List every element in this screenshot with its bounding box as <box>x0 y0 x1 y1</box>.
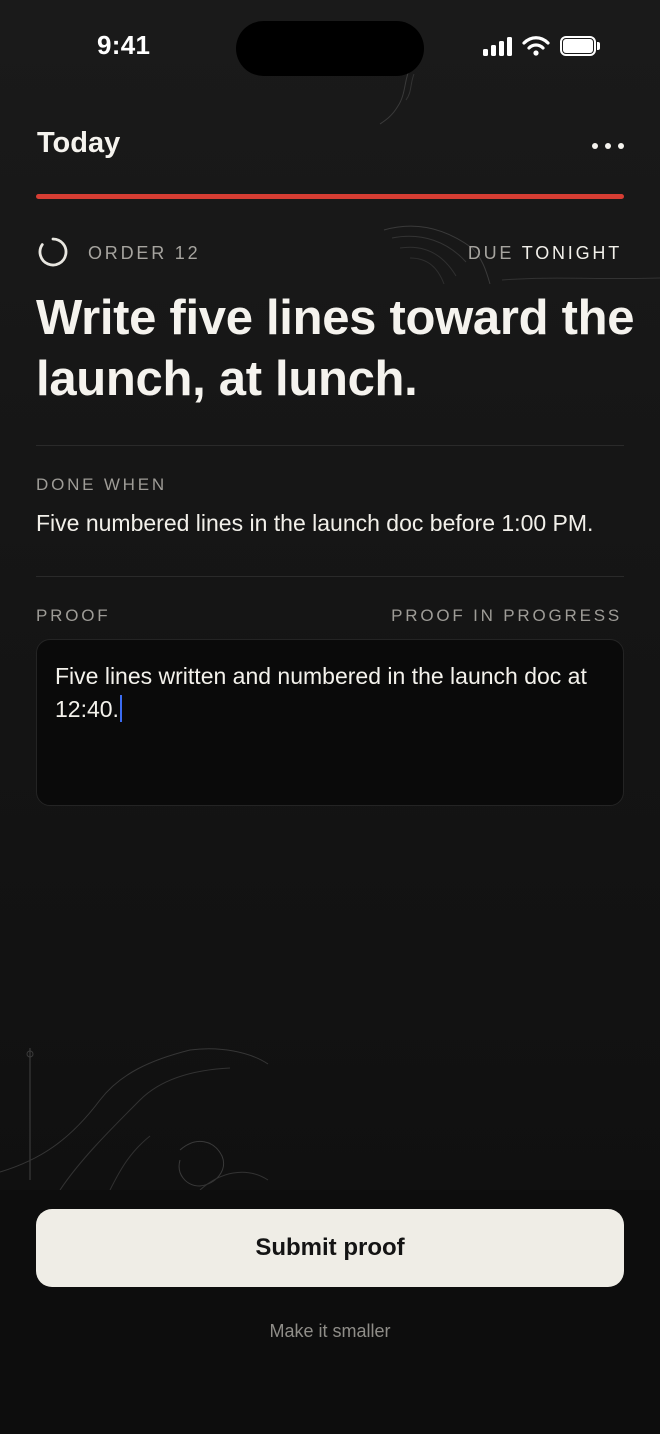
wifi-icon <box>522 36 550 56</box>
proof-input[interactable]: Five lines written and numbered in the l… <box>36 639 624 806</box>
cellular-signal-icon <box>483 36 512 56</box>
divider <box>36 445 624 446</box>
status-icons <box>483 36 600 56</box>
more-horizontal-icon <box>592 143 598 149</box>
more-options-button[interactable] <box>592 132 624 160</box>
bottom-line-art-decoration <box>0 1048 269 1191</box>
order-number: ORDER 12 <box>88 243 201 263</box>
divider <box>36 576 624 577</box>
due-prefix: DUE <box>467 243 515 263</box>
page-title: Today <box>37 127 121 159</box>
battery-icon <box>560 36 600 56</box>
proof-input-text: Five lines written and numbered in the l… <box>55 663 587 722</box>
proof-label: Proof <box>36 606 111 625</box>
text-caret <box>119 695 122 722</box>
dynamic-island <box>236 21 424 76</box>
progress-ring-icon <box>38 237 68 267</box>
make-it-smaller-link[interactable]: Make it smaller <box>0 1321 660 1342</box>
progress-accent-bar <box>36 194 624 199</box>
proof-status: Proof in progress <box>391 606 622 625</box>
done-when-label: DONE WHEN <box>36 475 167 494</box>
status-time: 9:41 <box>97 30 151 60</box>
done-when-text: Five numbered lines in the launch doc be… <box>36 510 594 536</box>
due-value: TONIGHT <box>521 243 622 263</box>
screen: 9:41 Today ORDER 12 DUE TONIGHT Write fi… <box>0 0 660 1434</box>
task-title: Write five lines toward the launch, at l… <box>36 291 635 406</box>
submit-proof-button[interactable]: Submit proof <box>36 1209 624 1287</box>
due-label: DUE TONIGHT <box>468 243 622 264</box>
